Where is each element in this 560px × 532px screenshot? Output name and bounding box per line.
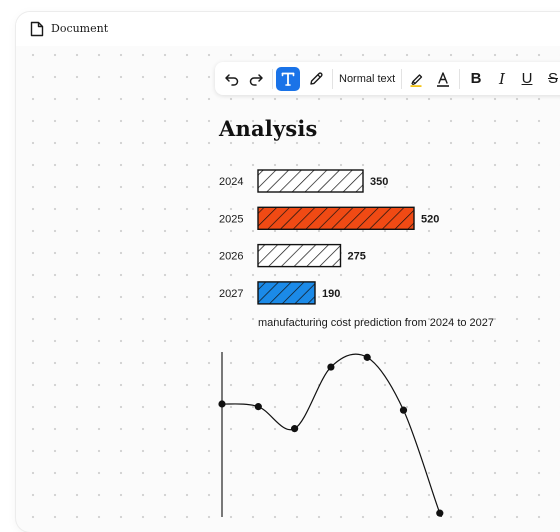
line-chart — [218, 352, 444, 517]
line-point-6 — [436, 509, 444, 517]
line-series — [218, 353, 443, 517]
line-point-0 — [218, 400, 226, 408]
line-point-5 — [399, 406, 408, 414]
line-point-1 — [254, 403, 262, 411]
line-point-4 — [363, 353, 371, 361]
line-point-2 — [291, 425, 299, 433]
line-point-3 — [327, 363, 335, 371]
